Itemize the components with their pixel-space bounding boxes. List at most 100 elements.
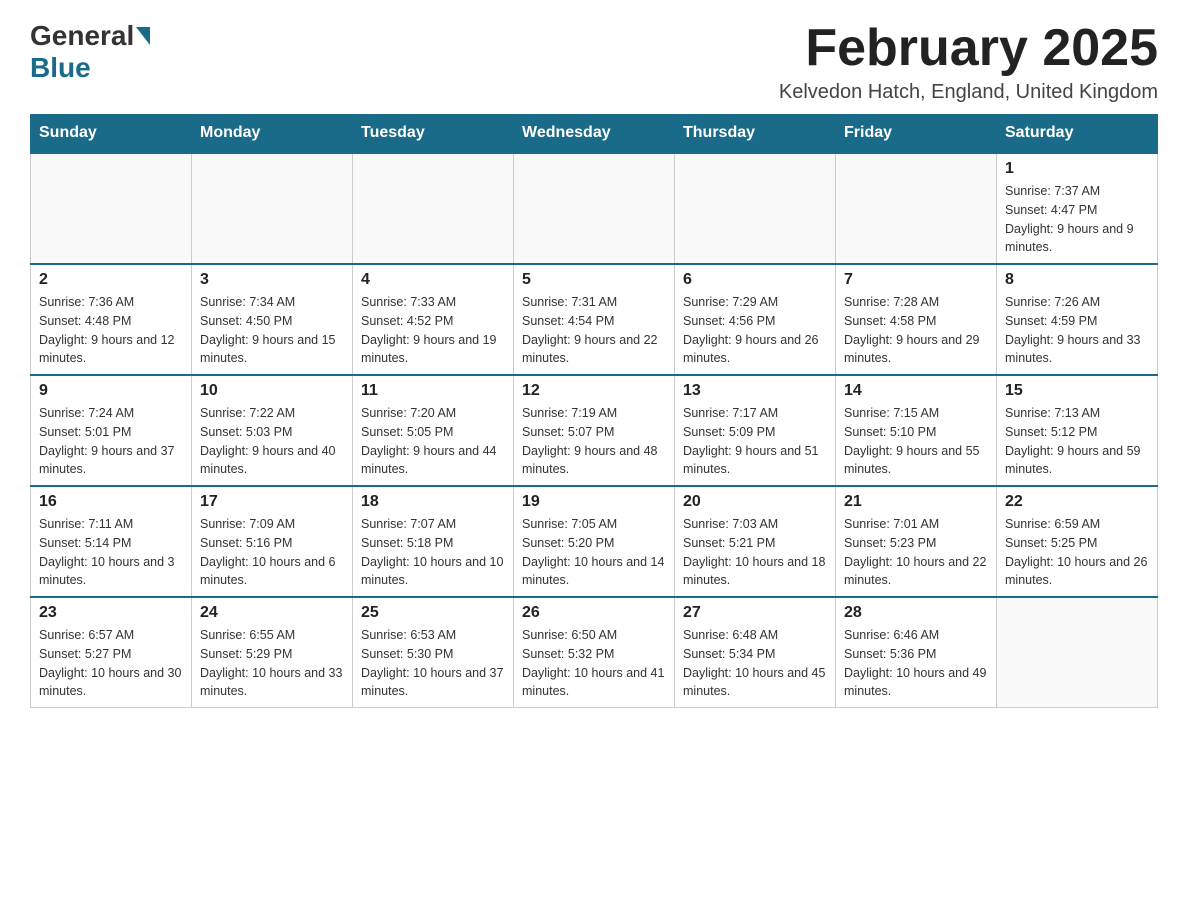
day-info: Sunrise: 7:26 AMSunset: 4:59 PMDaylight:… — [1005, 293, 1149, 368]
day-number: 4 — [361, 271, 505, 289]
calendar-week-row: 1 Sunrise: 7:37 AMSunset: 4:47 PMDaylight… — [31, 153, 1158, 264]
calendar-day-cell: 16 Sunrise: 7:11 AMSunset: 5:14 PMDayligh… — [31, 486, 192, 597]
day-info: Sunrise: 7:24 AMSunset: 5:01 PMDaylight:… — [39, 404, 183, 479]
calendar-day-cell: 27 Sunrise: 6:48 AMSunset: 5:34 PMDayligh… — [675, 597, 836, 708]
calendar-day-cell — [514, 153, 675, 264]
day-number: 2 — [39, 271, 183, 289]
day-number: 27 — [683, 604, 827, 622]
day-number: 26 — [522, 604, 666, 622]
day-number: 14 — [844, 382, 988, 400]
calendar-day-cell: 24 Sunrise: 6:55 AMSunset: 5:29 PMDayligh… — [192, 597, 353, 708]
day-number: 22 — [1005, 493, 1149, 511]
calendar-day-cell: 1 Sunrise: 7:37 AMSunset: 4:47 PMDaylight… — [997, 153, 1158, 264]
day-info: Sunrise: 7:15 AMSunset: 5:10 PMDaylight:… — [844, 404, 988, 479]
day-of-week-header: Monday — [192, 114, 353, 153]
calendar-day-cell: 7 Sunrise: 7:28 AMSunset: 4:58 PMDaylight… — [836, 264, 997, 375]
day-number: 1 — [1005, 160, 1149, 178]
day-number: 17 — [200, 493, 344, 511]
day-info: Sunrise: 7:34 AMSunset: 4:50 PMDaylight:… — [200, 293, 344, 368]
day-info: Sunrise: 7:28 AMSunset: 4:58 PMDaylight:… — [844, 293, 988, 368]
day-number: 8 — [1005, 271, 1149, 289]
calendar-day-cell: 20Sunrise: 7:03 AMSunset: 5:21 PMDayligh… — [675, 486, 836, 597]
calendar-day-cell: 15 Sunrise: 7:13 AMSunset: 5:12 PMDayligh… — [997, 375, 1158, 486]
calendar-day-cell: 25Sunrise: 6:53 AMSunset: 5:30 PMDayligh… — [353, 597, 514, 708]
calendar-day-cell: 22Sunrise: 6:59 AMSunset: 5:25 PMDayligh… — [997, 486, 1158, 597]
day-info: Sunrise: 7:17 AMSunset: 5:09 PMDaylight:… — [683, 404, 827, 479]
day-info: Sunrise: 7:13 AMSunset: 5:12 PMDaylight:… — [1005, 404, 1149, 479]
calendar-day-cell: 17 Sunrise: 7:09 AMSunset: 5:16 PMDayligh… — [192, 486, 353, 597]
calendar-day-cell — [353, 153, 514, 264]
day-number: 10 — [200, 382, 344, 400]
calendar-day-cell — [192, 153, 353, 264]
day-info: Sunrise: 6:46 AMSunset: 5:36 PMDaylight:… — [844, 626, 988, 701]
day-info: Sunrise: 7:11 AMSunset: 5:14 PMDaylight:… — [39, 515, 183, 590]
day-number: 9 — [39, 382, 183, 400]
day-info: Sunrise: 7:33 AMSunset: 4:52 PMDaylight:… — [361, 293, 505, 368]
day-number: 24 — [200, 604, 344, 622]
logo-general-text: General — [30, 20, 134, 52]
day-info: Sunrise: 7:29 AMSunset: 4:56 PMDaylight:… — [683, 293, 827, 368]
day-number: 19 — [522, 493, 666, 511]
day-info: Sunrise: 6:55 AMSunset: 5:29 PMDaylight:… — [200, 626, 344, 701]
calendar-day-cell — [836, 153, 997, 264]
day-of-week-header: Thursday — [675, 114, 836, 153]
day-info: Sunrise: 7:37 AMSunset: 4:47 PMDaylight:… — [1005, 182, 1149, 257]
day-info: Sunrise: 7:05 AMSunset: 5:20 PMDaylight:… — [522, 515, 666, 590]
calendar-day-cell: 9 Sunrise: 7:24 AMSunset: 5:01 PMDaylight… — [31, 375, 192, 486]
calendar-table: SundayMondayTuesdayWednesdayThursdayFrid… — [30, 114, 1158, 708]
calendar-day-cell: 19 Sunrise: 7:05 AMSunset: 5:20 PMDayligh… — [514, 486, 675, 597]
calendar-day-cell: 5 Sunrise: 7:31 AMSunset: 4:54 PMDaylight… — [514, 264, 675, 375]
title-section: February 2025 Kelvedon Hatch, England, U… — [779, 20, 1158, 104]
day-info: Sunrise: 7:03 AMSunset: 5:21 PMDaylight:… — [683, 515, 827, 590]
day-of-week-header: Tuesday — [353, 114, 514, 153]
day-number: 13 — [683, 382, 827, 400]
day-number: 3 — [200, 271, 344, 289]
day-number: 15 — [1005, 382, 1149, 400]
calendar-day-cell: 4 Sunrise: 7:33 AMSunset: 4:52 PMDaylight… — [353, 264, 514, 375]
calendar-day-cell: 8 Sunrise: 7:26 AMSunset: 4:59 PMDaylight… — [997, 264, 1158, 375]
day-of-week-header: Friday — [836, 114, 997, 153]
day-info: Sunrise: 6:53 AMSunset: 5:30 PMDaylight:… — [361, 626, 505, 701]
day-number: 7 — [844, 271, 988, 289]
day-info: Sunrise: 7:01 AMSunset: 5:23 PMDaylight:… — [844, 515, 988, 590]
day-of-week-header: Wednesday — [514, 114, 675, 153]
calendar-day-cell: 28Sunrise: 6:46 AMSunset: 5:36 PMDayligh… — [836, 597, 997, 708]
day-number: 23 — [39, 604, 183, 622]
calendar-day-cell: 2 Sunrise: 7:36 AMSunset: 4:48 PMDaylight… — [31, 264, 192, 375]
calendar-day-cell — [31, 153, 192, 264]
day-info: Sunrise: 7:09 AMSunset: 5:16 PMDaylight:… — [200, 515, 344, 590]
calendar-day-cell: 13 Sunrise: 7:17 AMSunset: 5:09 PMDayligh… — [675, 375, 836, 486]
day-info: Sunrise: 7:36 AMSunset: 4:48 PMDaylight:… — [39, 293, 183, 368]
location-text: Kelvedon Hatch, England, United Kingdom — [779, 81, 1158, 104]
day-of-week-header: Sunday — [31, 114, 192, 153]
logo-arrow-icon — [136, 27, 150, 45]
day-number: 12 — [522, 382, 666, 400]
day-number: 11 — [361, 382, 505, 400]
calendar-week-row: 16 Sunrise: 7:11 AMSunset: 5:14 PMDayligh… — [31, 486, 1158, 597]
day-of-week-header: Saturday — [997, 114, 1158, 153]
calendar-day-cell: 3 Sunrise: 7:34 AMSunset: 4:50 PMDaylight… — [192, 264, 353, 375]
calendar-week-row: 23 Sunrise: 6:57 AMSunset: 5:27 PMDayligh… — [31, 597, 1158, 708]
month-title: February 2025 — [779, 20, 1158, 77]
day-info: Sunrise: 7:07 AMSunset: 5:18 PMDaylight:… — [361, 515, 505, 590]
day-info: Sunrise: 6:57 AMSunset: 5:27 PMDaylight:… — [39, 626, 183, 701]
calendar-day-cell — [675, 153, 836, 264]
day-info: Sunrise: 7:31 AMSunset: 4:54 PMDaylight:… — [522, 293, 666, 368]
calendar-week-row: 9 Sunrise: 7:24 AMSunset: 5:01 PMDaylight… — [31, 375, 1158, 486]
day-info: Sunrise: 7:22 AMSunset: 5:03 PMDaylight:… — [200, 404, 344, 479]
calendar-day-cell: 6 Sunrise: 7:29 AMSunset: 4:56 PMDaylight… — [675, 264, 836, 375]
calendar-day-cell: 18Sunrise: 7:07 AMSunset: 5:18 PMDayligh… — [353, 486, 514, 597]
calendar-day-cell: 12Sunrise: 7:19 AMSunset: 5:07 PMDayligh… — [514, 375, 675, 486]
logo: General Blue — [30, 20, 152, 84]
day-info: Sunrise: 6:48 AMSunset: 5:34 PMDaylight:… — [683, 626, 827, 701]
calendar-day-cell: 21Sunrise: 7:01 AMSunset: 5:23 PMDayligh… — [836, 486, 997, 597]
calendar-day-cell: 23 Sunrise: 6:57 AMSunset: 5:27 PMDayligh… — [31, 597, 192, 708]
day-number: 6 — [683, 271, 827, 289]
page-header: General Blue February 2025 Kelvedon Hatc… — [30, 20, 1158, 104]
day-number: 5 — [522, 271, 666, 289]
day-number: 16 — [39, 493, 183, 511]
calendar-header-row: SundayMondayTuesdayWednesdayThursdayFrid… — [31, 114, 1158, 153]
day-info: Sunrise: 7:20 AMSunset: 5:05 PMDaylight:… — [361, 404, 505, 479]
calendar-day-cell: 26Sunrise: 6:50 AMSunset: 5:32 PMDayligh… — [514, 597, 675, 708]
calendar-day-cell: 10 Sunrise: 7:22 AMSunset: 5:03 PMDayligh… — [192, 375, 353, 486]
